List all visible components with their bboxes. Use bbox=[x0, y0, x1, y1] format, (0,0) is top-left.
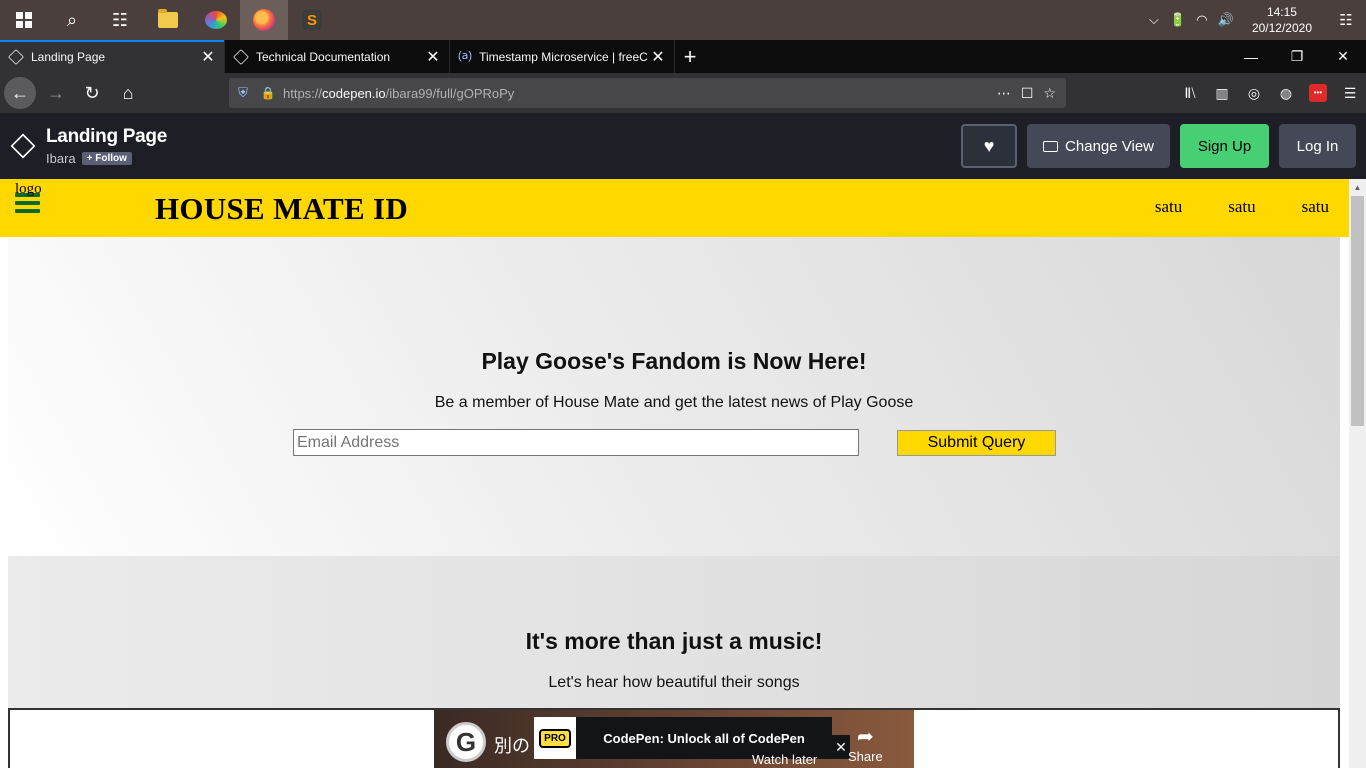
sign-up-button[interactable]: Sign Up bbox=[1180, 124, 1269, 168]
window-controls: — ❐ ✕ bbox=[1228, 40, 1366, 73]
file-explorer-icon[interactable] bbox=[144, 0, 192, 40]
follow-button[interactable]: + Follow bbox=[81, 152, 132, 165]
site-nav: satu satu satu bbox=[1155, 197, 1329, 217]
hero-heading: Play Goose's Fandom is Now Here! bbox=[481, 348, 867, 374]
system-clock[interactable]: 14:15 20/12/2020 bbox=[1238, 4, 1326, 36]
nav-link[interactable]: satu bbox=[1302, 197, 1329, 217]
share-arrow-icon: ➦ bbox=[856, 726, 874, 748]
hero-section: Play Goose's Fandom is Now Here! Be a me… bbox=[8, 237, 1340, 556]
url-text[interactable]: https://codepen.io/ibara99/full/gOPRoPy bbox=[279, 86, 997, 101]
channel-avatar[interactable]: G bbox=[446, 722, 486, 762]
email-input[interactable] bbox=[293, 429, 859, 456]
site-logo: logo bbox=[15, 181, 42, 197]
sublime-text-icon[interactable]: S bbox=[288, 0, 336, 40]
author-link[interactable]: Ibara bbox=[46, 151, 76, 166]
change-view-label: Change View bbox=[1065, 137, 1154, 155]
lock-icon[interactable]: 🔒 bbox=[257, 86, 279, 100]
back-button[interactable]: ← bbox=[4, 77, 36, 109]
codepen-pro-badge: PRO bbox=[534, 717, 576, 759]
notification-center-icon[interactable]: ☷ bbox=[1326, 11, 1366, 29]
codepen-header: Landing Page Ibara + Follow ♥ Change Vie… bbox=[0, 113, 1366, 179]
watch-later-button[interactable]: Watch later bbox=[752, 752, 817, 767]
pen-title: Landing Page bbox=[46, 126, 167, 147]
minimize-icon[interactable]: — bbox=[1228, 40, 1274, 73]
heart-icon: ♥ bbox=[983, 135, 995, 156]
tab-title: Landing Page bbox=[31, 49, 106, 64]
system-tray: ⌵ 🔋 ◠ 🔊 14:15 20/12/2020 ☷ bbox=[1142, 0, 1366, 40]
codepen-favicon-icon bbox=[233, 48, 249, 65]
browser-tab-timestamp-microservice[interactable]: (𝖺) Timestamp Microservice | freeC ✕ bbox=[450, 40, 675, 73]
menu-icon[interactable]: ☰ bbox=[1334, 85, 1366, 102]
account-icon[interactable]: ◎ bbox=[1238, 85, 1270, 102]
tracking-shield-icon[interactable]: ⛨ bbox=[229, 85, 257, 101]
close-tab-icon[interactable]: ✕ bbox=[200, 47, 216, 67]
tab-title: Technical Documentation bbox=[256, 49, 391, 64]
chevron-up-icon[interactable]: ⌵ bbox=[1142, 12, 1166, 28]
pocket-icon[interactable]: ☐ bbox=[1021, 85, 1034, 102]
scroll-thumb[interactable] bbox=[1351, 196, 1364, 426]
nav-link[interactable]: satu bbox=[1155, 197, 1182, 217]
address-bar[interactable]: ⛨ 🔒 https://codepen.io/ibara99/full/gOPR… bbox=[229, 78, 1066, 108]
home-button[interactable]: ⌂ bbox=[112, 77, 144, 109]
share-label: Share bbox=[848, 749, 883, 764]
close-tab-icon[interactable]: ✕ bbox=[650, 47, 666, 67]
library-icon[interactable]: Ⅱ⧵ bbox=[1174, 85, 1206, 102]
firefox-icon[interactable] bbox=[240, 0, 288, 40]
freecodecamp-favicon-icon: (𝖺) bbox=[458, 49, 473, 62]
log-in-button[interactable]: Log In bbox=[1279, 124, 1356, 168]
browser-nav-bar: ← → ↻ ⌂ ⛨ 🔒 https://codepen.io/ibara99/f… bbox=[0, 73, 1366, 113]
os-taskbar: ⌕ ☷ S ⌵ 🔋 ◠ 🔊 14:15 20/12/2020 ☷ bbox=[0, 0, 1366, 40]
video-title[interactable]: 別の bbox=[494, 732, 530, 758]
browser-tab-technical-documentation[interactable]: Technical Documentation ✕ bbox=[225, 40, 450, 73]
url-prefix: https:// bbox=[283, 85, 323, 101]
windows-logo-icon bbox=[16, 12, 32, 28]
submit-query-button[interactable]: Submit Query bbox=[897, 430, 1056, 456]
globe-icon[interactable]: ◍ bbox=[1270, 85, 1302, 102]
bookmark-star-icon[interactable]: ☆ bbox=[1043, 85, 1056, 102]
site-brand: HOUSE MATE ID bbox=[155, 191, 409, 226]
change-view-button[interactable]: Change View bbox=[1027, 124, 1170, 168]
site-header: logo HOUSE MATE ID satu satu satu bbox=[0, 179, 1349, 237]
close-window-icon[interactable]: ✕ bbox=[1320, 40, 1366, 73]
codepen-favicon-icon bbox=[8, 48, 24, 65]
view-icon bbox=[1043, 140, 1059, 152]
battery-icon[interactable]: 🔋 bbox=[1166, 12, 1190, 28]
share-button[interactable]: ➦ Share bbox=[848, 724, 883, 764]
video-frame: G 別の PRO CodePen: Unlock all of CodePen … bbox=[8, 708, 1340, 768]
sidebar-icon[interactable]: ▥ bbox=[1206, 85, 1238, 102]
search-icon[interactable]: ⌕ bbox=[48, 0, 96, 40]
extension-icon[interactable]: ••• bbox=[1309, 84, 1327, 102]
pen-preview: logo HOUSE MATE ID satu satu satu Play G… bbox=[0, 179, 1349, 768]
url-host: codepen.io bbox=[322, 85, 386, 101]
music-heading: It's more than just a music! bbox=[525, 628, 823, 654]
nav-link[interactable]: satu bbox=[1228, 197, 1255, 217]
hero-subtext: Be a member of House Mate and get the la… bbox=[434, 394, 914, 411]
music-subtext: Let's hear how beautiful their songs bbox=[548, 674, 800, 691]
browser-tab-strip: Landing Page ✕ Technical Documentation ✕… bbox=[0, 40, 1366, 73]
volume-icon[interactable]: 🔊 bbox=[1214, 12, 1238, 28]
page-actions-icon[interactable]: ⋯ bbox=[997, 85, 1011, 102]
forward-button[interactable]: → bbox=[40, 77, 72, 109]
codepen-logo-icon[interactable] bbox=[0, 113, 46, 179]
tab-title: Timestamp Microservice | freeC bbox=[479, 49, 648, 64]
start-button[interactable] bbox=[0, 0, 48, 40]
close-tab-icon[interactable]: ✕ bbox=[425, 47, 441, 67]
youtube-embed[interactable]: G 別の PRO CodePen: Unlock all of CodePen … bbox=[434, 710, 914, 768]
heart-button[interactable]: ♥ bbox=[961, 124, 1018, 168]
task-view-icon[interactable]: ☷ bbox=[96, 0, 144, 40]
clock-date: 20/12/2020 bbox=[1251, 21, 1312, 35]
new-tab-button[interactable]: + bbox=[675, 40, 705, 73]
reload-button[interactable]: ↻ bbox=[76, 77, 108, 109]
paint-icon[interactable] bbox=[192, 0, 240, 40]
page-scrollbar[interactable]: ▲ bbox=[1349, 179, 1366, 768]
url-path: /ibara99/full/gOPRoPy bbox=[385, 85, 515, 101]
clock-time: 14:15 bbox=[1266, 5, 1297, 19]
scroll-up-icon[interactable]: ▲ bbox=[1349, 179, 1366, 196]
wifi-icon[interactable]: ◠ bbox=[1190, 12, 1214, 28]
restore-icon[interactable]: ❐ bbox=[1274, 40, 1320, 73]
browser-tab-landing-page[interactable]: Landing Page ✕ bbox=[0, 40, 225, 73]
music-section: It's more than just a music! Let's hear … bbox=[8, 556, 1340, 768]
